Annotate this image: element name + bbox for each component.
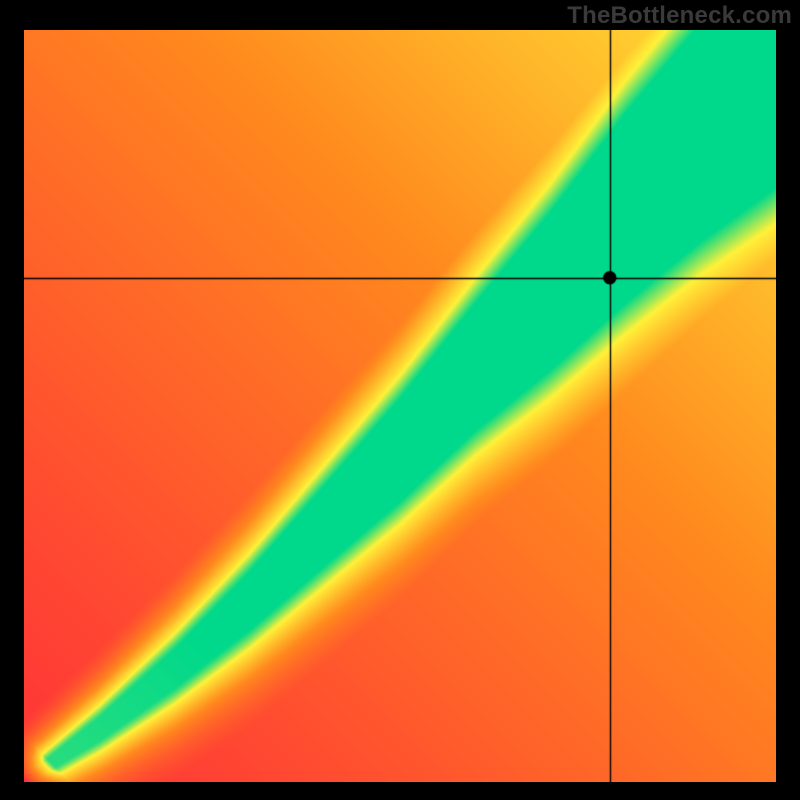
chart-frame: TheBottleneck.com bbox=[0, 0, 800, 800]
watermark-text: TheBottleneck.com bbox=[567, 2, 792, 30]
bottleneck-heatmap bbox=[24, 30, 776, 782]
